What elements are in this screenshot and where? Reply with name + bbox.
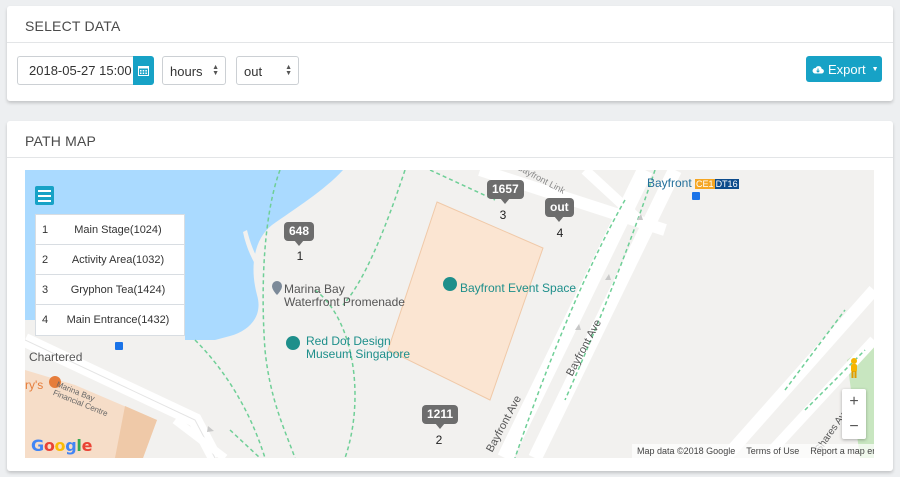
calendar-button[interactable] (133, 56, 154, 85)
path-map-panel: PATH MAP Bayfront CE1 DT16 Bayfront Even… (7, 121, 893, 471)
zoom-control: + − (842, 389, 866, 439)
list-toggle-button[interactable] (35, 186, 54, 205)
promenade-label: Marina Bay Waterfront Promenade (284, 282, 405, 309)
event-space-label: Bayfront Event Space (460, 281, 577, 295)
route-list-item[interactable]: 3 Gryphon Tea(1424) (36, 275, 184, 305)
zoom-in-button[interactable]: + (842, 389, 866, 414)
select-caret-icon: ▲ ▼ (285, 64, 292, 77)
marker-number: 4 (556, 226, 564, 240)
station-dt-badge: DT16 (714, 179, 739, 189)
unit-select[interactable]: hours ▲ ▼ (162, 56, 226, 85)
path-marker[interactable]: 648 (284, 222, 315, 246)
bayfront-label: Bayfront CE1 DT16 (647, 176, 739, 190)
report-error-link[interactable]: Report a map error (810, 446, 874, 456)
route-list: 1 Main Stage(1024) 2 Activity Area(1032)… (35, 214, 185, 336)
route-list-item[interactable]: 2 Activity Area(1032) (36, 245, 184, 275)
pegman-icon[interactable] (846, 357, 862, 379)
rys-label: ry's (25, 378, 44, 392)
chevron-down-icon: ▼ (871, 65, 879, 73)
museum-label: Red Dot Design Museum Singapore (306, 334, 411, 361)
station-ce-badge: CE1 (695, 179, 715, 189)
map-data-text: Map data ©2018 Google (637, 446, 736, 456)
marker-number: 3 (499, 208, 507, 222)
marker-number: 2 (435, 433, 443, 447)
path-marker[interactable]: 1211 (422, 405, 459, 429)
direction-select[interactable]: out ▲ ▼ (236, 56, 299, 85)
terms-link[interactable]: Terms of Use (746, 446, 799, 456)
route-list-item[interactable]: 1 Main Stage(1024) (36, 215, 184, 245)
direction-select-value: out (244, 64, 263, 79)
path-marker[interactable]: 1657 (487, 180, 524, 204)
marker-number: 1 (296, 249, 304, 263)
route-list-item[interactable]: 4 Main Entrance(1432) (36, 305, 184, 335)
select-caret-icon: ▲ ▼ (212, 64, 219, 77)
list-icon (38, 189, 51, 192)
path-map-title: PATH MAP (7, 121, 893, 158)
export-button[interactable]: Export ▼ (806, 56, 882, 82)
map-canvas[interactable]: Bayfront CE1 DT16 Bayfront Event Space Ma… (25, 170, 874, 458)
date-input[interactable]: 2018-05-27 15:00 (17, 56, 144, 85)
unit-select-value: hours (170, 64, 203, 79)
select-data-panel: SELECT DATA 2018-05-27 15:00 hours ▲ ▼ ou… (7, 6, 893, 101)
export-label: Export (828, 61, 866, 77)
chartered-label: Chartered (29, 350, 83, 364)
path-marker[interactable]: out (545, 198, 574, 222)
select-data-title: SELECT DATA (7, 6, 893, 43)
cloud-download-icon (812, 65, 824, 74)
zoom-out-button[interactable]: − (842, 414, 866, 439)
map-attribution: Map data ©2018 Google Terms of Use Repor… (632, 444, 874, 458)
google-logo: Google (31, 436, 93, 455)
calendar-icon (138, 66, 149, 76)
